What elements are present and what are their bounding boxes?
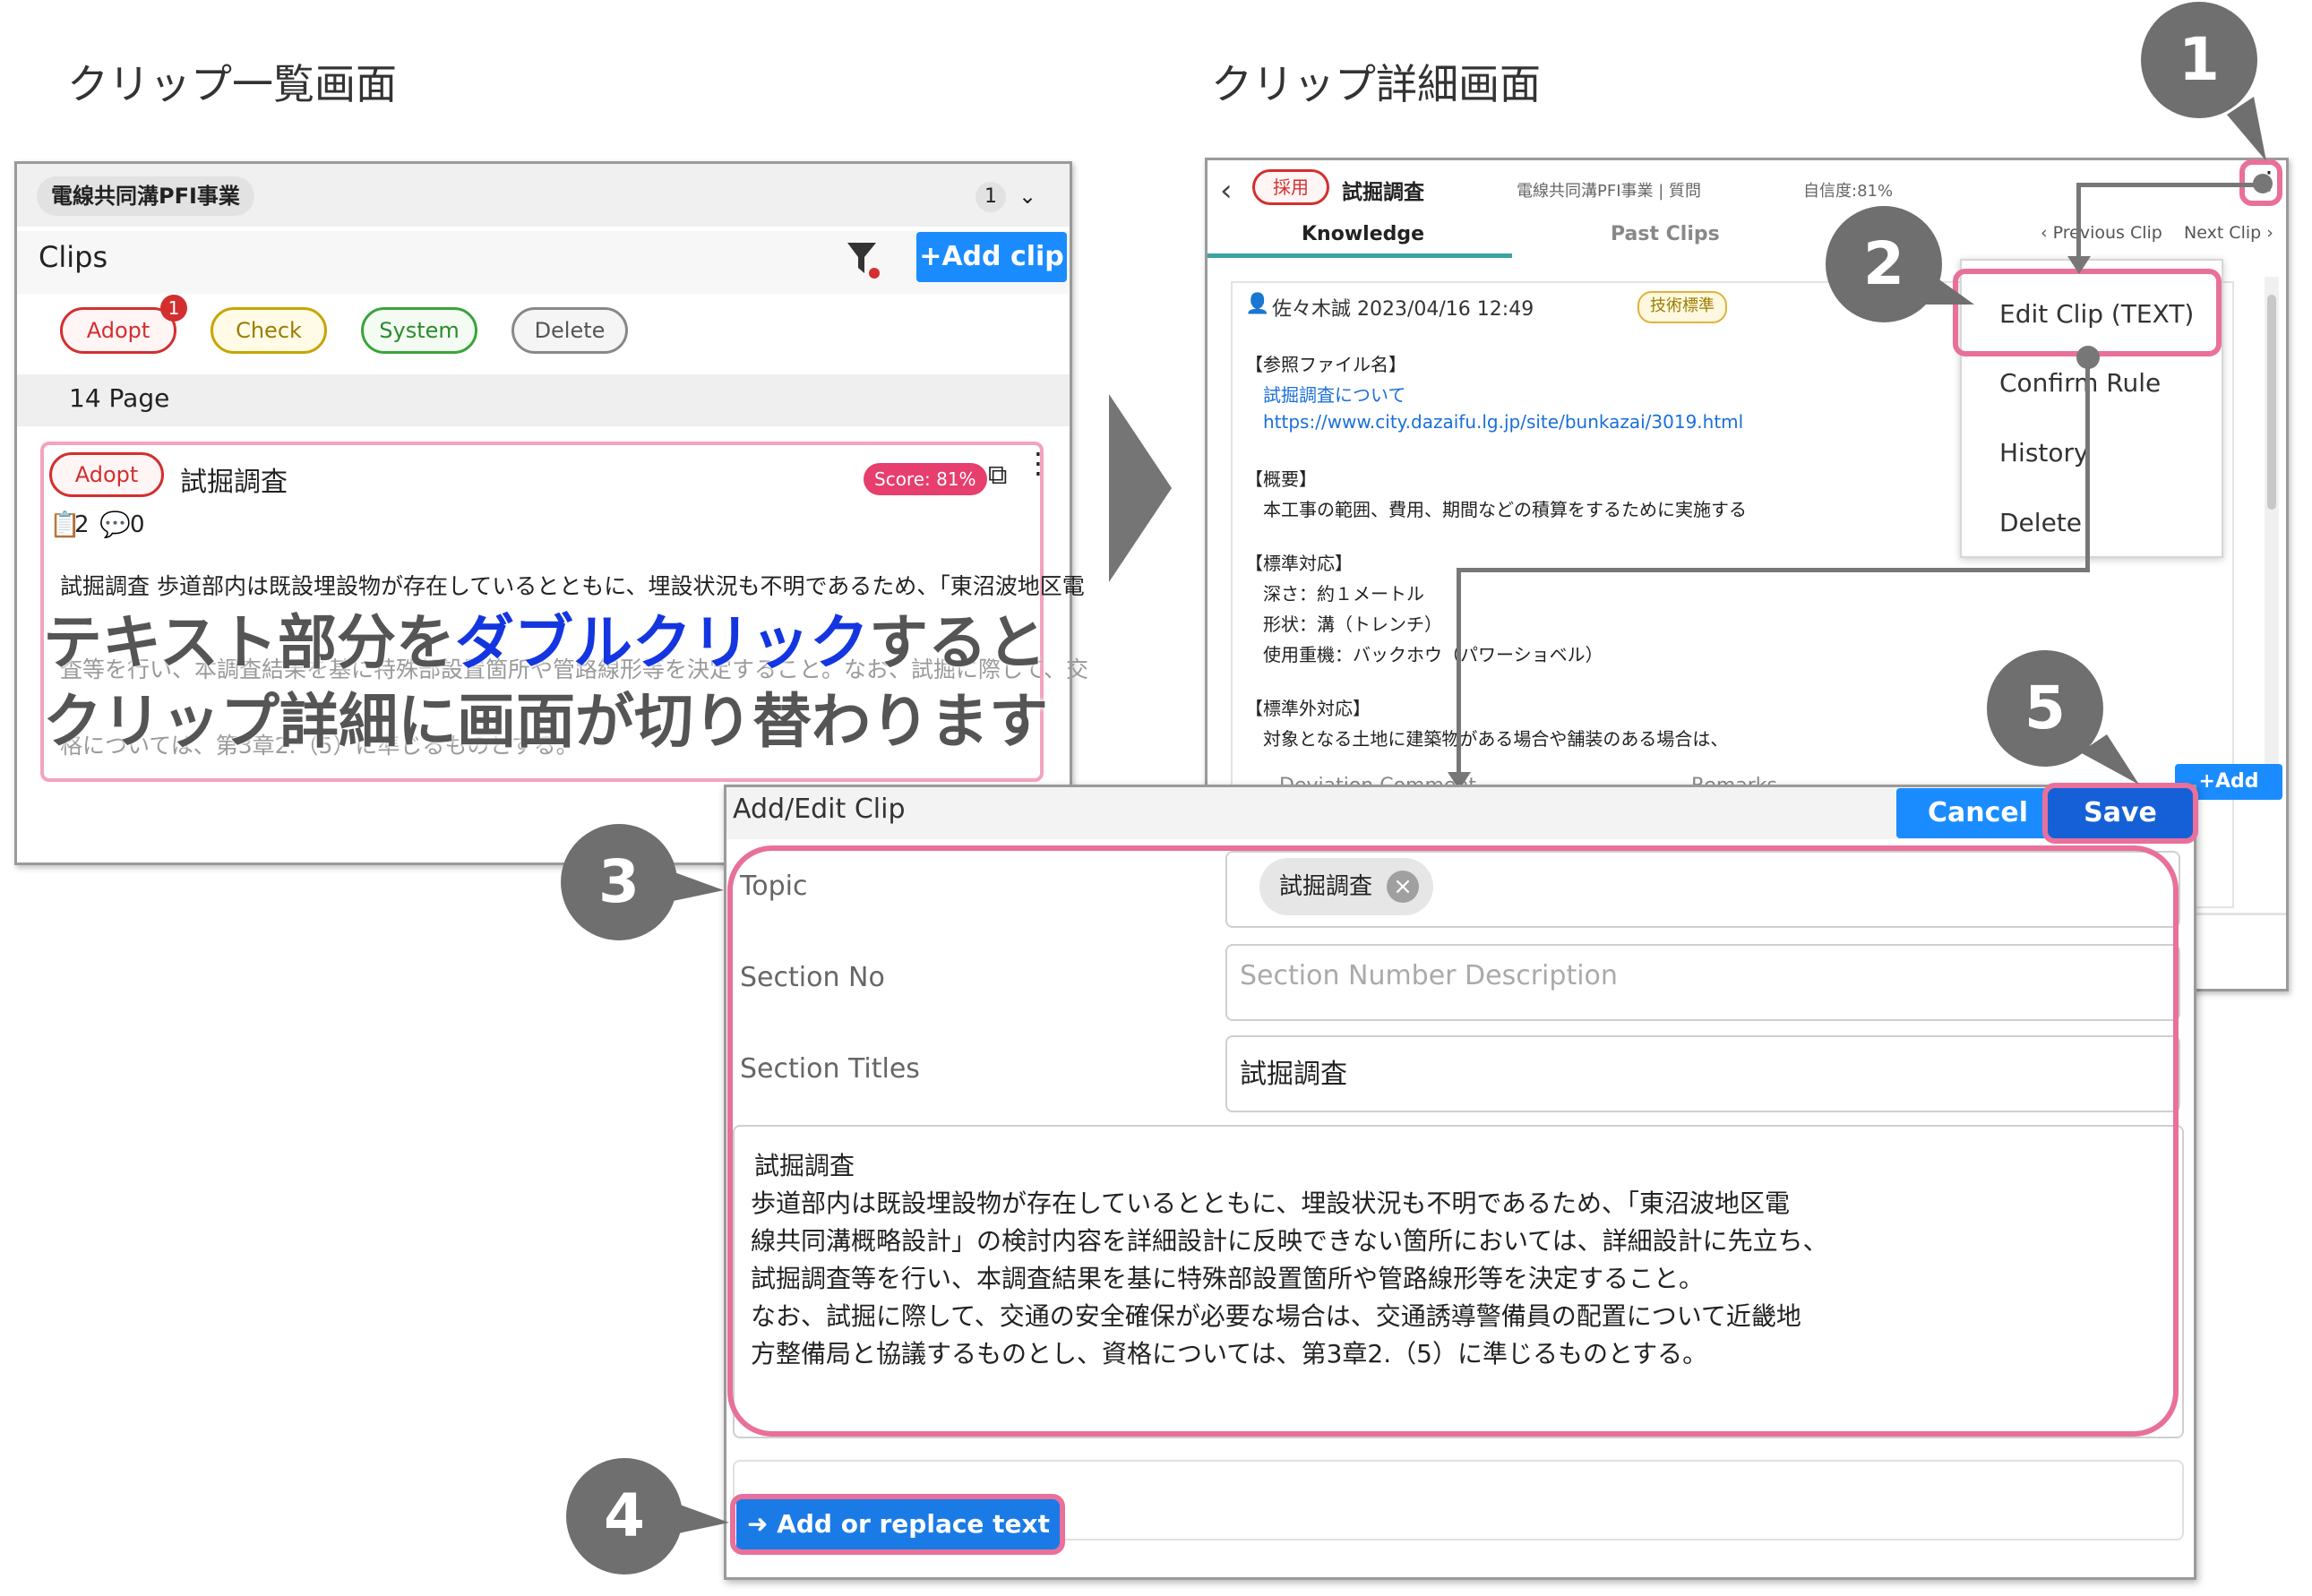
detail-title: 試掘調査	[1342, 181, 1424, 204]
adopt-count-badge: 1	[160, 295, 187, 322]
edit-clip-highlight	[1953, 269, 2222, 356]
connector-line	[2078, 183, 2266, 187]
menu-delete[interactable]: Delete	[1999, 508, 2082, 537]
step-5-pointer	[2080, 734, 2143, 792]
back-icon[interactable]: ‹	[1220, 173, 1233, 209]
standard-heading: 【標準対応】	[1245, 553, 1353, 574]
clips-header	[17, 231, 1070, 294]
connector-arrowhead	[2067, 256, 2091, 278]
user-icon: 👤	[1245, 293, 1270, 315]
overlay-instruction-line1: テキスト部分をダブルクリックすると	[43, 608, 1047, 677]
project-tag[interactable]: 電線共同溝PFI事業	[37, 176, 254, 216]
standard-line: 形状：溝（トレンチ）	[1263, 614, 1442, 635]
navigate-arrow-icon	[1109, 394, 1172, 586]
count-badge: 1	[976, 182, 1006, 212]
active-tab-indicator	[1208, 253, 1512, 258]
nonstandard-heading: 【標準外対応】	[1245, 698, 1371, 719]
card-title: 試掘調査	[180, 467, 288, 498]
clip-count: 2	[74, 511, 90, 538]
overlay-instruction-line2: クリップ詳細に画面が切り替わります	[43, 687, 1048, 756]
filter-system[interactable]: System	[361, 307, 477, 354]
menu-history[interactable]: History	[1999, 438, 2089, 468]
save-highlight	[2042, 783, 2198, 844]
tag-badge: 技術標準	[1637, 291, 1727, 323]
connector-dot	[2253, 174, 2273, 193]
standard-line: 使用重機：バックホウ（パワーショベル）	[1263, 644, 1603, 665]
card-more-icon[interactable]: ⋮	[1024, 449, 1053, 477]
confidence: 自信度:81%	[1803, 182, 1894, 201]
page-label: 14 Page	[69, 383, 170, 413]
connector-line	[1457, 568, 1461, 776]
filter-adopt[interactable]: Adopt	[60, 307, 176, 354]
cancel-button[interactable]: Cancel	[1896, 788, 2059, 838]
step-3-marker: 3	[561, 824, 677, 940]
clip-list-screen: 電線共同溝PFI事業 1 ⌄ Clips +Add clip Adopt 1 C…	[14, 161, 1088, 865]
open-external-icon[interactable]: ⧉	[988, 459, 1007, 491]
tab-past-clips[interactable]: Past Clips	[1611, 223, 1720, 245]
page-bar	[17, 374, 1070, 426]
filter-check[interactable]: Check	[211, 307, 327, 354]
step-1-pointer	[2227, 97, 2272, 172]
detail-status-badge: 採用	[1252, 169, 1329, 205]
chevron-down-icon[interactable]: ⌄	[1018, 184, 1036, 209]
dialog-title: Add/Edit Clip	[733, 794, 906, 825]
connector-line	[1457, 568, 2090, 572]
ref-link-title[interactable]: 試掘調査について	[1263, 381, 1405, 407]
step-4-marker: 4	[566, 1458, 683, 1575]
step-3-pointer	[665, 863, 727, 912]
connector-line	[2076, 183, 2081, 260]
step-4-pointer	[670, 1496, 733, 1544]
list-screen-caption: クリップ一覧画面	[67, 60, 397, 108]
comment-icon: 💬	[99, 510, 131, 539]
card-status-badge: Adopt	[49, 452, 164, 497]
summary-heading: 【概要】	[1245, 468, 1317, 490]
detail-screen-caption: クリップ詳細画面	[1211, 60, 1541, 108]
ref-heading: 【参照ファイル名】	[1245, 354, 1406, 375]
add-clip-button[interactable]: +Add clip	[916, 232, 1067, 282]
menu-confirm-rule[interactable]: Confirm Rule	[1999, 368, 2161, 398]
comment-count: 0	[130, 511, 145, 538]
step-2-pointer	[1924, 269, 1978, 317]
connector-line	[2085, 356, 2090, 571]
next-clip-link[interactable]: Next Clip ›	[2184, 223, 2273, 243]
score-badge: Score: 81%	[864, 463, 987, 495]
previous-clip-link[interactable]: ‹ Previous Clip	[2041, 223, 2162, 243]
add-replace-highlight	[730, 1494, 1065, 1555]
detail-project: 電線共同溝PFI事業 | 質問	[1517, 182, 1702, 201]
clips-title: Clips	[39, 240, 108, 274]
author-line: 佐々木誠 2023/04/16 12:49	[1272, 298, 1534, 321]
filter-icon[interactable]	[846, 239, 881, 279]
tab-knowledge[interactable]: Knowledge	[1302, 223, 1424, 245]
nonstandard-text: 対象となる土地に建築物がある場合や舗装のある場合は、	[1263, 728, 1729, 750]
form-fields-highlight	[727, 845, 2179, 1437]
scrollbar-thumb[interactable]	[2267, 295, 2276, 510]
ref-link-url[interactable]: https://www.city.dazaifu.lg.jp/site/bunk…	[1263, 411, 1743, 433]
summary-text: 本工事の範囲、費用、期間などの積算をするために実施する	[1263, 499, 1747, 520]
standard-line: 深さ：約１メートル	[1263, 583, 1424, 605]
filter-delete[interactable]: Delete	[511, 307, 628, 354]
